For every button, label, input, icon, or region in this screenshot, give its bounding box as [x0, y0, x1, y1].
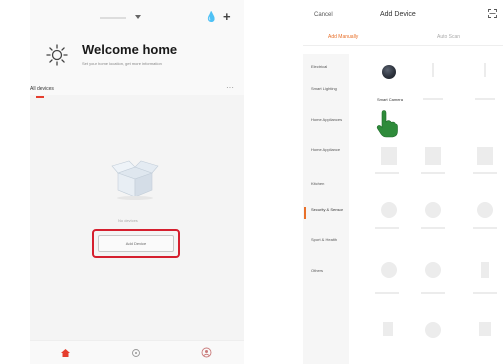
empty-box-icon	[111, 160, 159, 200]
tab-all-devices[interactable]: All devices	[30, 86, 54, 93]
device-label-placeholder	[473, 292, 497, 294]
device-label-placeholder	[375, 292, 399, 294]
add-icon[interactable]: +	[223, 10, 231, 23]
device-label-placeholder	[421, 227, 445, 229]
empty-state-text: No devices	[118, 218, 138, 223]
tab-auto-scan[interactable]: Auto Scan	[437, 34, 460, 41]
sidebar-item-home-appliance[interactable]: Home Appliance	[311, 147, 347, 152]
device-label-placeholder	[375, 172, 399, 174]
home-screen: 💧 + Welcome home Set your home location,…	[30, 0, 244, 364]
page-title: Welcome home	[82, 42, 178, 57]
add-device-button[interactable]: Add Device	[98, 235, 174, 252]
drop-icon[interactable]: 💧	[205, 12, 217, 24]
bottom-nav	[30, 340, 244, 364]
device-label-placeholder	[423, 98, 443, 100]
device-label-placeholder	[421, 292, 445, 294]
device-icon-placeholder[interactable]	[425, 147, 441, 165]
device-label-placeholder	[375, 227, 399, 229]
sidebar-item-smart-lighting[interactable]: Smart Lighting	[311, 86, 347, 91]
sidebar-item-others[interactable]: Others	[311, 268, 347, 273]
device-icon-placeholder[interactable]	[381, 202, 397, 218]
device-icon-placeholder[interactable]	[481, 262, 489, 278]
device-icon-placeholder[interactable]	[383, 322, 393, 336]
sidebar-item-security-sensor[interactable]: Security & Sensor	[311, 207, 347, 212]
add-device-screen: Cancel Add Device Add Manually Auto Scan…	[303, 0, 503, 364]
device-icon-placeholder[interactable]	[477, 202, 493, 218]
device-label-placeholder	[421, 172, 445, 174]
page-title: Add Device	[380, 11, 416, 18]
sidebar-item-home-appliances[interactable]: Home Appliances	[311, 117, 347, 122]
home-icon[interactable]	[61, 349, 70, 357]
device-icon-placeholder[interactable]	[425, 202, 441, 218]
sidebar-item-sport-health[interactable]: Sport & Health	[311, 237, 347, 242]
profile-icon[interactable]	[201, 347, 212, 358]
sun-icon	[46, 44, 68, 66]
tab-indicator	[36, 96, 44, 98]
more-icon[interactable]: ···	[226, 84, 234, 92]
cancel-button[interactable]: Cancel	[314, 11, 333, 19]
scene-icon[interactable]	[131, 348, 141, 358]
device-label-smart-camera[interactable]: Smart Camera	[375, 97, 405, 102]
tap-hand-icon	[376, 110, 398, 138]
active-category-indicator	[304, 207, 306, 219]
sidebar-item-kitchen[interactable]: Kitchen	[311, 181, 347, 186]
scan-icon[interactable]	[488, 9, 497, 18]
device-icon-placeholder[interactable]	[484, 63, 486, 77]
device-icon-placeholder[interactable]	[381, 147, 397, 165]
tab-add-manually[interactable]: Add Manually	[328, 34, 358, 41]
chevron-down-icon[interactable]	[135, 15, 141, 21]
device-icon-placeholder[interactable]	[425, 322, 441, 338]
tab-divider	[303, 45, 503, 46]
sidebar-item-electrical[interactable]: Electrical	[311, 64, 347, 69]
device-label-placeholder	[473, 227, 497, 229]
device-icon-placeholder[interactable]	[479, 322, 491, 336]
device-icon-placeholder[interactable]	[432, 63, 434, 77]
device-label-placeholder	[473, 172, 497, 174]
device-icon-placeholder[interactable]	[381, 262, 397, 278]
device-label-placeholder	[475, 98, 495, 100]
home-subtitle[interactable]: Set your home location, get more informa…	[82, 61, 162, 67]
device-icon-placeholder[interactable]	[425, 262, 441, 278]
device-icon-placeholder[interactable]	[477, 147, 493, 165]
camera-icon[interactable]	[382, 65, 396, 79]
home-selector-label[interactable]	[100, 17, 126, 19]
